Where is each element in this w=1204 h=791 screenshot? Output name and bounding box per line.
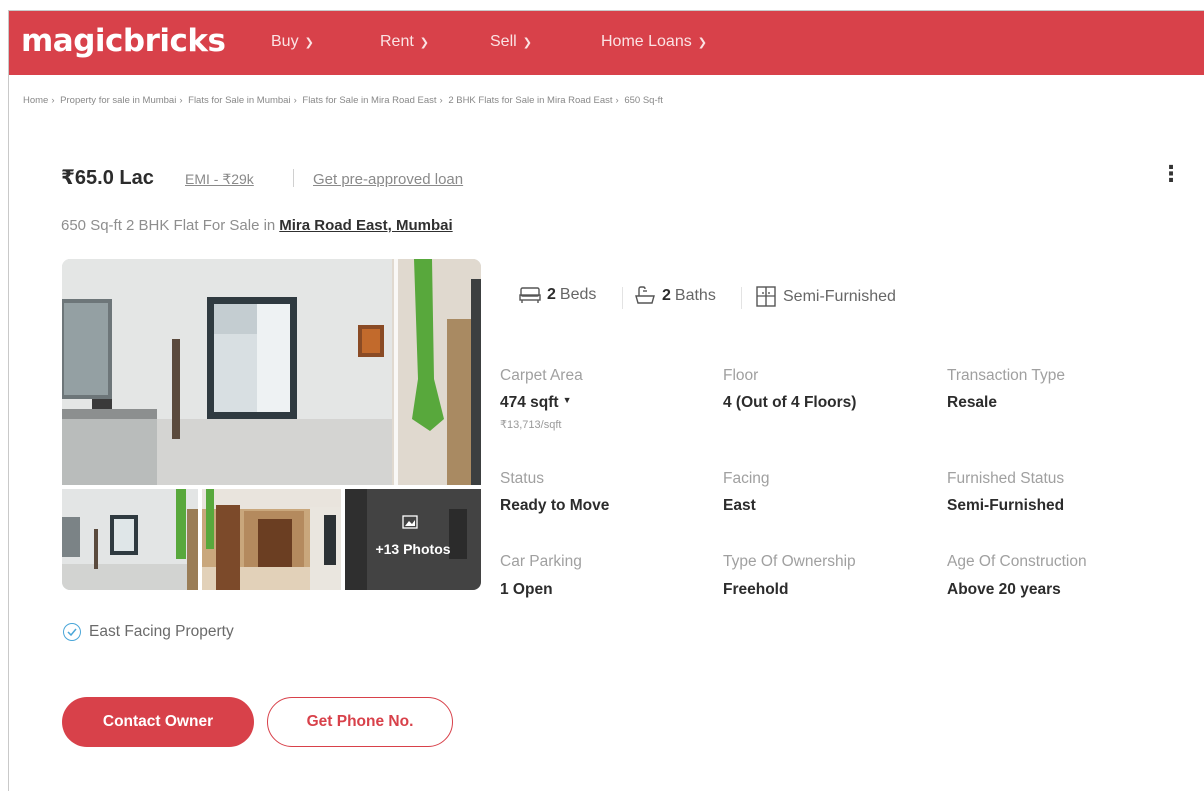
thumbnail-illustration	[202, 489, 341, 590]
wardrobe-icon	[756, 286, 776, 307]
status-label: Status	[500, 470, 544, 487]
listing-price: ₹65.0 Lac	[61, 167, 154, 189]
nav-rent[interactable]: Rent ❯	[380, 33, 429, 51]
baths-feature: 2 Baths	[634, 286, 716, 306]
price-per-sqft: ₹13,713/sqft	[500, 419, 562, 431]
breadcrumb-link[interactable]: Flats for Sale in Mira Road East	[302, 95, 436, 106]
photo-gallery[interactable]: +13 Photos	[62, 259, 481, 590]
age-of-construction-value: Above 20 years	[947, 581, 1061, 598]
ownership-value: Freehold	[723, 581, 789, 598]
gallery-thumbnail[interactable]	[202, 489, 341, 590]
furnished-status-value: Semi-Furnished	[947, 497, 1065, 514]
car-parking-label: Car Parking	[500, 553, 582, 570]
breadcrumb-link[interactable]: Flats for Sale in Mumbai	[188, 95, 290, 106]
nav-rent-label: Rent	[380, 33, 414, 50]
nav-home-loans[interactable]: Home Loans ❯	[601, 33, 707, 51]
check-circle-icon	[63, 623, 81, 641]
divider	[741, 287, 742, 309]
bath-icon	[635, 286, 655, 304]
carpet-area-number: 474 sqft	[500, 394, 559, 411]
nav-home-loans-label: Home Loans	[601, 33, 692, 50]
emi-link[interactable]: EMI - ₹29k	[185, 171, 254, 188]
chevron-down-icon: ❯	[522, 36, 532, 49]
main-property-photo[interactable]	[62, 259, 481, 485]
furnishing-label: Semi-Furnished	[783, 288, 896, 305]
listing-subtitle-text: 650 Sq-ft 2 BHK Flat For Sale in	[61, 217, 276, 234]
more-photos-thumbnail[interactable]: +13 Photos	[345, 489, 481, 590]
ownership-label: Type Of Ownership	[723, 553, 856, 570]
breadcrumb-link[interactable]: Home	[23, 95, 48, 106]
floor-label: Floor	[723, 367, 759, 384]
divider	[293, 169, 294, 187]
get-phone-number-button[interactable]: Get Phone No.	[267, 697, 453, 747]
breadcrumb-link[interactable]: Property for sale in Mumbai	[60, 95, 176, 106]
facing-value: East	[723, 497, 756, 514]
beds-feature: 2 Beds	[519, 286, 596, 304]
carpet-area-label: Carpet Area	[500, 367, 583, 384]
preapproved-loan-link[interactable]: Get pre-approved loan	[313, 171, 463, 188]
beds-label: Beds	[559, 286, 597, 303]
furnished-status-label: Furnished Status	[947, 470, 1065, 487]
more-vertical-icon[interactable]: ⋮	[1160, 163, 1182, 185]
chevron-down-icon: ❯	[697, 36, 707, 49]
floor-value: 4 (Out of 4 Floors)	[723, 394, 857, 411]
nav-buy[interactable]: Buy ❯	[271, 33, 314, 51]
east-facing-highlight: East Facing Property	[63, 623, 234, 641]
more-photos-label: +13 Photos	[375, 541, 451, 557]
room-photo-illustration	[62, 259, 481, 485]
location-link[interactable]: Mira Road East, Mumbai	[279, 217, 452, 234]
breadcrumb: Home › Property for sale in Mumbai › Flats…	[23, 95, 663, 106]
breadcrumb-current: 650 Sq-ft	[624, 95, 663, 106]
baths-label: Baths	[674, 287, 716, 304]
chevron-down-icon: ❯	[419, 36, 430, 49]
facing-label: Facing	[723, 470, 770, 487]
top-navigation-bar: magicbricks Buy ❯ Rent ❯ Sell ❯ Home Loans ❯	[9, 11, 1204, 75]
car-parking-value: 1 Open	[500, 581, 553, 598]
chevron-down-icon: ▼	[562, 395, 572, 405]
thumbnail-illustration	[345, 489, 481, 590]
age-of-construction-label: Age Of Construction	[947, 553, 1087, 570]
baths-count: 2	[662, 287, 671, 304]
page-frame: magicbricks Buy ❯ Rent ❯ Sell ❯ Home Loans ❯…	[8, 10, 1204, 791]
transaction-type-value: Resale	[947, 394, 997, 411]
divider	[622, 287, 623, 309]
beds-count: 2	[547, 286, 556, 303]
nav-buy-label: Buy	[271, 33, 299, 50]
transaction-type-label: Transaction Type	[947, 367, 1066, 384]
nav-sell[interactable]: Sell ❯	[490, 33, 532, 51]
furnishing-feature: Semi-Furnished	[755, 286, 896, 308]
chevron-down-icon: ❯	[304, 36, 314, 49]
breadcrumb-link[interactable]: 2 BHK Flats for Sale in Mira Road East	[448, 95, 612, 106]
status-value: Ready to Move	[500, 497, 610, 514]
east-facing-text: East Facing Property	[89, 623, 234, 640]
bed-icon	[519, 287, 541, 303]
listing-subtitle: 650 Sq-ft 2 BHK Flat For Sale in Mira Roa…	[61, 217, 453, 234]
nav-sell-label: Sell	[490, 33, 517, 50]
contact-owner-button[interactable]: Contact Owner	[62, 697, 254, 747]
magicbricks-logo[interactable]: magicbricks	[21, 23, 226, 59]
thumbnail-illustration	[62, 489, 198, 590]
carpet-area-value[interactable]: 474 sqft ▼	[500, 394, 572, 412]
gallery-thumbnail[interactable]	[62, 489, 198, 590]
